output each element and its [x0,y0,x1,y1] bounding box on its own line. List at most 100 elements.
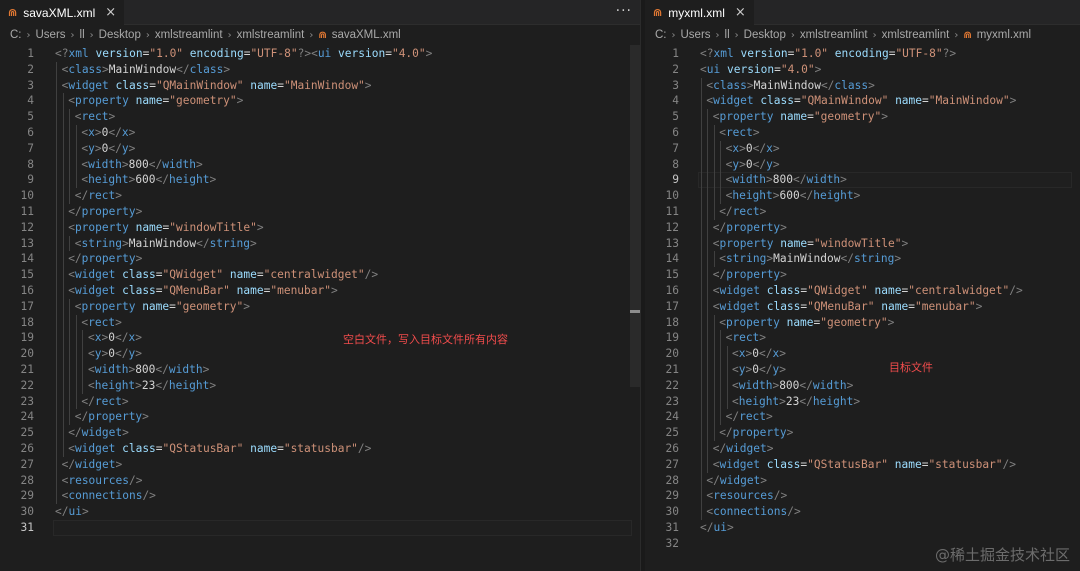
code-line[interactable]: 17 <widget class="QMenuBar" name="menubar… [645,298,1080,315]
code-line[interactable]: 31 </ui> [645,520,1080,536]
code-line[interactable]: 28 <resources/> [0,472,640,489]
code-line[interactable]: 19 <rect> [645,330,1080,347]
tab-savaxml[interactable]: ⋒ savaXML.xml × [0,0,125,25]
breadcrumb-item[interactable]: myxml.xml [977,29,1031,41]
code-line[interactable]: 19 <x>0</x> [0,330,640,347]
breadcrumb-item[interactable]: xmlstreamlint [882,29,950,41]
code-line[interactable]: 15 <widget class="QWidget" name="centralw… [0,267,640,283]
code-line[interactable]: 22 <width>800</width> [645,377,1080,394]
close-icon[interactable]: × [735,5,746,20]
breadcrumb-item[interactable]: savaXML.xml [332,29,401,41]
indent-guide [701,219,702,236]
code-line[interactable]: 21 <width>800</width> [0,362,640,378]
code-line[interactable]: 26 </widget> [645,441,1080,457]
code-line[interactable]: 18 <property name="geometry"> [645,314,1080,331]
breadcrumb-item[interactable]: ll [80,29,85,41]
tab-myxml[interactable]: ⋒ myxml.xml × [645,0,754,25]
code-line[interactable]: 2 <ui version="4.0"> [645,62,1080,78]
code-line[interactable]: 25 </property> [645,425,1080,441]
breadcrumb-item[interactable]: Users [36,29,66,41]
code-line[interactable]: 6 <x>0</x> [0,125,640,141]
code-line[interactable]: 3 <class>MainWindow</class> [645,77,1080,94]
code-line[interactable]: 5 <rect> [0,109,640,125]
code-line[interactable]: 2 <class>MainWindow</class> [0,61,640,78]
indent-guide [82,377,84,394]
breadcrumb-item[interactable]: Users [681,29,711,41]
code-line[interactable]: 7 <y>0</y> [0,140,640,157]
code-line[interactable]: 9 <height>600</height> [0,172,640,189]
code-line[interactable]: 9 <width>800</width> [645,172,1080,189]
code-line[interactable]: 26 <widget class="QStatusBar" name="statu… [0,441,640,457]
breadcrumb-item[interactable]: Desktop [99,29,141,41]
code-line[interactable]: 18 <rect> [0,314,640,331]
code-line[interactable]: 20 <y>0</y> [0,346,640,362]
code-line[interactable]: 29 <resources/> [645,488,1080,505]
code-line[interactable]: 24 </property> [0,409,640,426]
close-icon[interactable]: × [105,5,116,20]
code-line[interactable]: 11 </property> [0,204,640,220]
code-line[interactable]: 23 </rect> [0,393,640,410]
code-line[interactable]: 10 <height>600</height> [645,188,1080,204]
code-line[interactable]: 29 <connections/> [0,488,640,505]
indent-guide [56,488,57,505]
code-editor[interactable]: 1 <?xml version="1.0" encoding="UTF-8"?> 2… [645,45,1080,571]
code-line[interactable]: 23 <height>23</height> [645,393,1080,410]
breadcrumb-item[interactable]: Desktop [744,29,786,41]
breadcrumb-item[interactable]: ll [725,29,730,41]
code-line[interactable]: 5 <property name="geometry"> [645,109,1080,125]
code-line[interactable]: 28 </widget> [645,472,1080,489]
code-text: <property name="geometry"> [74,299,250,313]
code-line[interactable]: 20 <x>0</x> [645,346,1080,362]
code-line[interactable]: 22 <height>23</height> [0,377,640,394]
code-text: <rect> [719,126,760,139]
code-editor[interactable]: 1 <?xml version="1.0" encoding="UTF-8"?><… [0,45,640,571]
line-number: 21 [20,363,34,376]
code-line[interactable]: 1 <?xml version="1.0" encoding="UTF-8"?> [645,46,1080,62]
code-line[interactable]: 17 <property name="geometry"> [0,298,640,315]
code-line[interactable]: 30 </ui> [0,504,640,520]
scrollbar-thumb-marker[interactable] [630,310,640,313]
breadcrumb-item[interactable]: xmlstreamlint [800,29,868,41]
scrollbar[interactable] [630,45,640,387]
code-line[interactable]: 27 </widget> [0,456,640,473]
code-line[interactable]: 8 <y>0</y> [645,156,1080,173]
indent-guide [701,425,702,441]
indent-guide [713,377,715,394]
code-line[interactable]: 3 <widget class="QMainWindow" name="MainW… [0,77,640,94]
breadcrumb-item[interactable]: C: [10,29,22,41]
code-line[interactable]: 27 <widget class="QStatusBar" name="statu… [645,456,1080,473]
code-line[interactable]: 24 </rect> [645,409,1080,426]
code-line[interactable]: 8 <width>800</width> [0,156,640,173]
code-line[interactable]: 13 <property name="windowTitle"> [645,235,1080,252]
code-line[interactable]: 11 </rect> [645,204,1080,220]
breadcrumb-item[interactable]: C: [655,29,667,41]
more-actions-icon[interactable]: ··· [616,3,632,19]
code-line[interactable]: 31 [0,520,640,536]
line-number: 22 [665,378,679,392]
code-line[interactable]: 16 <widget class="QMenuBar" name="menubar… [0,283,640,299]
line-number: 9 [27,173,34,187]
code-text: <rect> [74,110,116,124]
code-line[interactable]: 12 <property name="windowTitle"> [0,219,640,236]
code-line[interactable]: 30 <connections/> [645,504,1080,520]
breadcrumb-item[interactable]: xmlstreamlint [155,29,223,41]
code-line[interactable]: 16 <widget class="QWidget" name="centralw… [645,283,1080,299]
code-line[interactable]: 13 <string>MainWindow</string> [0,235,640,252]
code-line[interactable]: 15 </property> [645,267,1080,283]
code-line[interactable]: 6 <rect> [645,125,1080,141]
code-line[interactable]: 4 <property name="geometry"> [0,93,640,110]
code-line[interactable]: 14 </property> [0,251,640,268]
code-line[interactable]: 7 <x>0</x> [645,140,1080,157]
breadcrumb-item[interactable]: xmlstreamlint [237,29,305,41]
code-line[interactable]: 14 <string>MainWindow</string> [645,251,1080,268]
indent-guide [56,456,57,473]
code-line[interactable]: 10 </rect> [0,188,640,204]
indent-guide [701,204,702,220]
code-line[interactable]: 1 <?xml version="1.0" encoding="UTF-8"?><… [0,46,640,62]
code-line[interactable]: 21 <y>0</y> [645,362,1080,378]
chevron-right-icon: › [70,29,75,41]
code-line[interactable]: 25 </widget> [0,425,640,441]
code-text: <widget class="QWidget" name="centralwid… [712,284,1023,297]
code-line[interactable]: 4 <widget class="QMainWindow" name="MainW… [645,93,1080,110]
code-line[interactable]: 12 </property> [645,219,1080,236]
